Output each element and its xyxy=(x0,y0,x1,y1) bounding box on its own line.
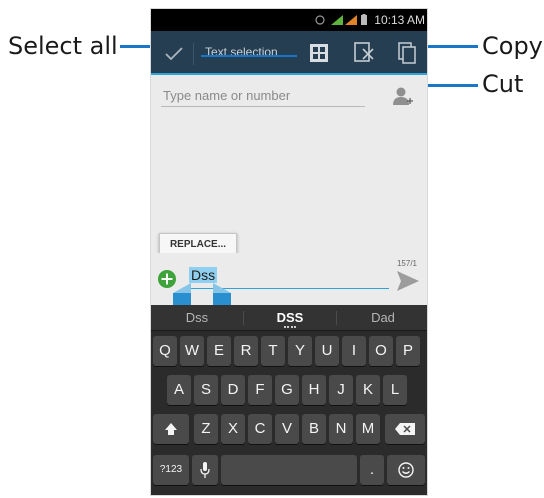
key-d[interactable]: D xyxy=(221,375,245,405)
key-i[interactable]: I xyxy=(342,336,366,366)
signal-icon-2 xyxy=(345,15,357,25)
key-r[interactable]: R xyxy=(234,336,258,366)
key-g[interactable]: G xyxy=(275,375,299,405)
suggestion-item[interactable]: Dad xyxy=(337,310,427,325)
message-row: 157/1 Dss xyxy=(151,253,427,305)
recipient-input[interactable] xyxy=(161,85,365,107)
key-b[interactable]: B xyxy=(302,414,326,444)
suggestion-divider xyxy=(243,311,244,325)
suggestion-divider xyxy=(336,311,337,325)
period-key[interactable]: . xyxy=(360,455,384,485)
key-c[interactable]: C xyxy=(248,414,272,444)
selected-text: Dss xyxy=(189,267,218,283)
battery-icon xyxy=(361,14,367,25)
key-p[interactable]: P xyxy=(396,336,420,366)
microphone-icon xyxy=(200,462,210,479)
key-n[interactable]: N xyxy=(329,414,353,444)
key-u[interactable]: U xyxy=(315,336,339,366)
key-k[interactable]: K xyxy=(356,375,380,405)
backspace-icon xyxy=(395,423,415,436)
keyboard: Dss DSS Dad Q W E R T Y U I O P A S D F … xyxy=(151,305,427,495)
backspace-key[interactable] xyxy=(385,414,425,444)
selection-handle-right-icon xyxy=(213,283,231,305)
emoji-key[interactable] xyxy=(387,455,425,485)
phone-screen: 10:13 AM Text selection Type name or num… xyxy=(150,8,428,496)
select-all-icon xyxy=(310,44,328,62)
key-x[interactable]: X xyxy=(221,414,245,444)
key-o[interactable]: O xyxy=(369,336,393,366)
select-all-button[interactable] xyxy=(309,43,329,63)
key-e[interactable]: E xyxy=(207,336,231,366)
key-f[interactable]: F xyxy=(248,375,272,405)
selection-handle-left-icon xyxy=(173,283,191,305)
symbols-key[interactable]: ?123 xyxy=(153,455,189,485)
shift-icon xyxy=(165,423,177,436)
selection-handle-right[interactable] xyxy=(213,283,231,305)
suggestion-item-primary[interactable]: DSS xyxy=(244,310,336,325)
char-counter: 157/1 xyxy=(396,259,417,268)
key-a[interactable]: A xyxy=(167,375,191,405)
copy-icon xyxy=(398,42,416,64)
key-v[interactable]: V xyxy=(275,414,299,444)
copy-button[interactable] xyxy=(397,41,417,65)
voice-input-key[interactable] xyxy=(192,455,218,485)
action-bar: Text selection xyxy=(151,31,427,75)
suggestion-item[interactable]: Dss xyxy=(151,310,243,325)
smiley-icon xyxy=(398,462,414,478)
suggestion-more-indicator xyxy=(284,326,296,329)
alarm-icon xyxy=(315,15,325,25)
key-y[interactable]: Y xyxy=(288,336,312,366)
key-q[interactable]: Q xyxy=(153,336,177,366)
key-h[interactable]: H xyxy=(302,375,326,405)
space-key[interactable] xyxy=(221,455,357,485)
selection-handle-left[interactable] xyxy=(173,283,191,305)
key-z[interactable]: Z xyxy=(194,414,218,444)
title-strike xyxy=(201,55,297,57)
check-icon[interactable] xyxy=(165,47,183,61)
send-icon[interactable] xyxy=(395,269,421,293)
key-t[interactable]: T xyxy=(261,336,285,366)
add-contact-icon[interactable] xyxy=(391,85,413,107)
shift-key[interactable] xyxy=(153,414,189,444)
key-s[interactable]: S xyxy=(194,375,218,405)
status-bar: 10:13 AM xyxy=(151,9,427,31)
callout-select-all: Select all xyxy=(8,32,118,60)
signal-icon-1 xyxy=(331,15,343,25)
key-j[interactable]: J xyxy=(329,375,353,405)
status-time: 10:13 AM xyxy=(374,13,425,27)
cut-icon xyxy=(354,42,374,62)
suggestion-bar: Dss DSS Dad xyxy=(151,305,427,331)
key-m[interactable]: M xyxy=(356,414,380,444)
key-l[interactable]: L xyxy=(383,375,407,405)
action-divider xyxy=(193,43,194,65)
callout-cut: Cut xyxy=(482,70,524,98)
cut-button[interactable] xyxy=(353,41,375,65)
callout-copy: Copy xyxy=(482,32,543,60)
key-w[interactable]: W xyxy=(180,336,204,366)
